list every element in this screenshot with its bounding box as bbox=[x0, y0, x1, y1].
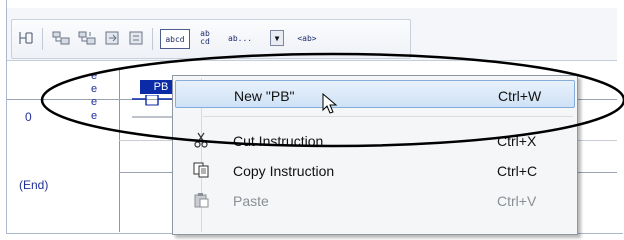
rung-marker: e bbox=[91, 70, 98, 82]
rung-add-icon[interactable] bbox=[52, 30, 70, 46]
toolbar-separator bbox=[152, 28, 153, 50]
copy-icon bbox=[193, 162, 209, 178]
rung-marker: e bbox=[91, 96, 98, 108]
menu-separator bbox=[203, 116, 573, 117]
menu-item-cut-instruction[interactable]: Cut Instruction Ctrl+X bbox=[175, 126, 575, 154]
rung-number: 0 bbox=[25, 110, 32, 124]
menu-item-copy-instruction[interactable]: Copy Instruction Ctrl+C bbox=[175, 156, 575, 184]
abcd-button[interactable]: abcd bbox=[160, 29, 190, 49]
rung-marker: e bbox=[91, 83, 98, 95]
menu-item-paste[interactable]: Paste Ctrl+V bbox=[175, 186, 575, 214]
toolbar-separator bbox=[42, 28, 43, 50]
menu-item-shortcut: Ctrl+W bbox=[498, 88, 542, 104]
paste-icon bbox=[193, 192, 209, 208]
element-toolbar: abcd ab cd ab... ▼ <ab> bbox=[11, 19, 411, 59]
menu-item-label: New "PB" bbox=[234, 88, 295, 104]
combo-value: ab... bbox=[228, 33, 253, 43]
scissors-icon bbox=[193, 132, 209, 148]
stacked-text-button[interactable]: ab cd bbox=[194, 29, 216, 47]
description-combo[interactable]: ab... ▼ bbox=[224, 30, 284, 46]
branch-level-icon[interactable] bbox=[128, 30, 146, 46]
tag-button[interactable]: <ab> bbox=[292, 29, 322, 47]
menu-item-label: Cut Instruction bbox=[233, 133, 324, 149]
branch-icon[interactable] bbox=[104, 30, 122, 46]
branch-start-icon[interactable] bbox=[18, 30, 36, 46]
left-power-rail bbox=[119, 68, 120, 232]
mouse-pointer-icon bbox=[322, 93, 338, 114]
stacked-bottom-label: cd bbox=[200, 37, 210, 46]
ladder-toolbar: abcd ab cd ab... ▼ <ab> bbox=[7, 8, 617, 61]
menu-item-label: Copy Instruction bbox=[233, 163, 335, 179]
end-label: (End) bbox=[19, 178, 49, 192]
menu-item-new-tag[interactable]: New "PB" Ctrl+W bbox=[175, 80, 575, 108]
rung-insert-icon[interactable] bbox=[78, 30, 96, 46]
menu-item-shortcut: Ctrl+V bbox=[497, 193, 537, 209]
menu-item-shortcut: Ctrl+X bbox=[497, 133, 537, 149]
rung-marker: e bbox=[91, 110, 98, 122]
chevron-down-icon[interactable]: ▼ bbox=[270, 30, 284, 46]
context-menu: New "PB" Ctrl+W Cut Instruction Ctrl+X C… bbox=[172, 75, 578, 235]
menu-item-shortcut: Ctrl+C bbox=[497, 163, 538, 179]
menu-item-label: Paste bbox=[233, 193, 269, 209]
